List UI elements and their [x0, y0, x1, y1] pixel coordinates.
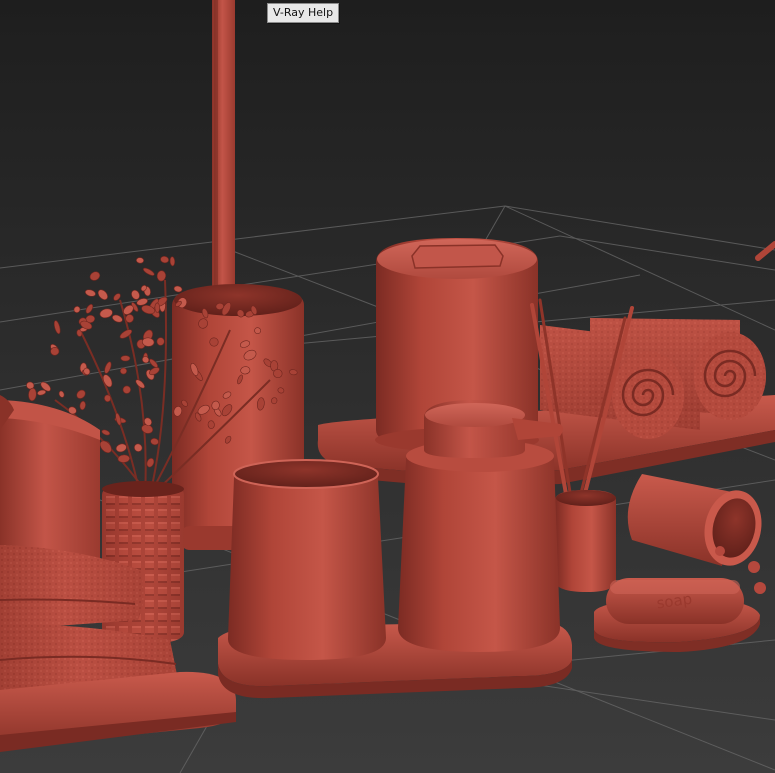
plant-leaf: [207, 420, 215, 429]
toilet-brush-handle[interactable]: [212, 0, 235, 310]
plant-leaf: [120, 355, 131, 362]
tumbler-cup[interactable]: [227, 459, 386, 660]
brush-cup[interactable]: [555, 490, 616, 592]
plant-leaf: [154, 302, 161, 313]
plant-leaf: [169, 256, 176, 267]
tooltip-vray-help: V-Ray Help: [267, 3, 340, 23]
viewport-scene[interactable]: soap: [0, 0, 775, 773]
plant-leaf: [136, 257, 144, 264]
plant-leaf: [120, 367, 127, 375]
3d-viewport[interactable]: soap V-Ray Help: [0, 0, 775, 773]
soap-bar[interactable]: soap: [606, 578, 744, 624]
plant-leaf: [156, 337, 165, 346]
